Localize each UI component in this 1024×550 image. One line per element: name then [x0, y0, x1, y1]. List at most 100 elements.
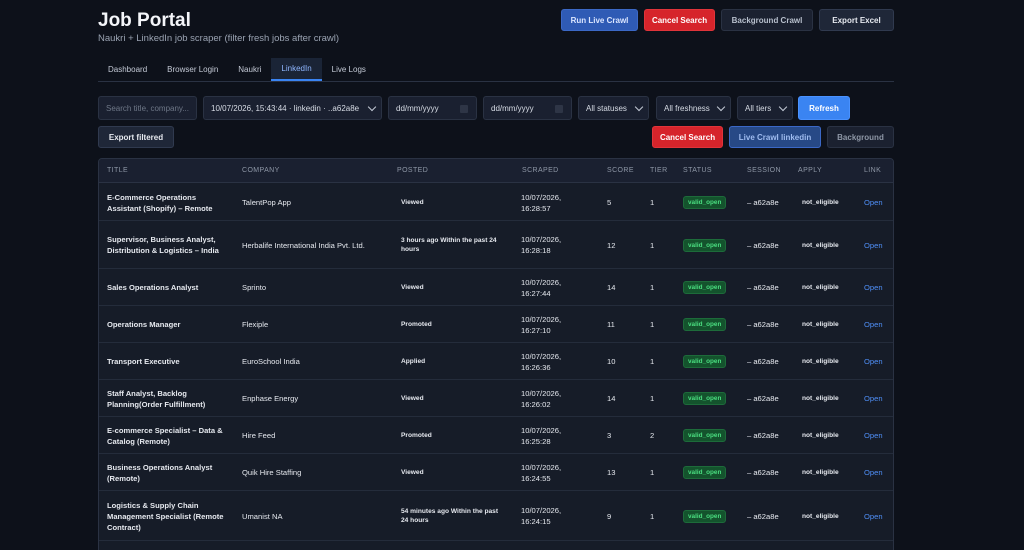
cell-tier: 1 [650, 512, 655, 521]
background-crawl-button[interactable]: Background Crawl [721, 9, 813, 31]
cell-tier: 1 [650, 241, 655, 250]
cell-title: E-commerce Specialist – Data & Catalog (… [107, 426, 223, 446]
filter-bar: Search title, company... 10/07/2026, 15:… [98, 96, 894, 120]
cancel-search-secondary-button[interactable]: Cancel Search [652, 126, 723, 148]
tab-live-logs[interactable]: Live Logs [322, 58, 376, 81]
cell-posted: Promoted [401, 432, 432, 439]
cell-title: Operations Manager [107, 320, 181, 329]
date-from-field[interactable]: dd/mm/yyyy [388, 96, 477, 120]
cell-title: Transport Executive [107, 357, 180, 366]
freshness-select[interactable]: All freshness [656, 96, 731, 120]
header-actions: Run Live Crawl Cancel Search Background … [561, 9, 894, 31]
status-badge: valid_open [683, 239, 727, 252]
cell-apply: not_eligible [802, 469, 839, 476]
run-live-crawl-button[interactable]: Run Live Crawl [561, 9, 638, 31]
open-link[interactable]: Open [864, 356, 893, 367]
cell-posted: 54 minutes ago Within the past 24 hours [401, 508, 499, 524]
action-bar: Export filtered Cancel Search Live Crawl… [98, 126, 894, 148]
cell-apply: not_eligible [802, 242, 839, 249]
cell-session: – a62a8e [747, 320, 779, 329]
cell-apply: not_eligible [802, 395, 839, 402]
cell-score: 14 [607, 394, 616, 403]
tab-browser-login[interactable]: Browser Login [157, 58, 228, 81]
cell-score: 10 [607, 357, 616, 366]
cell-session: – a62a8e [747, 431, 779, 440]
status-badge: valid_open [683, 196, 727, 209]
open-link[interactable]: Open [864, 511, 893, 522]
open-link[interactable]: Open [864, 393, 893, 404]
open-link[interactable]: Open [864, 319, 893, 330]
cell-tier: 1 [650, 198, 655, 207]
tab-linkedin[interactable]: LinkedIn [271, 58, 322, 81]
cell-company: TalentPop App [242, 198, 291, 207]
cell-apply: not_eligible [802, 358, 839, 365]
export-filtered-button[interactable]: Export filtered [98, 126, 174, 148]
cell-scraped: 10/07/2026, 16:25:28 [521, 426, 562, 446]
refresh-button[interactable]: Refresh [798, 96, 850, 120]
status-select-value: All statuses [586, 103, 627, 113]
column-header-score: SCORE [607, 167, 634, 174]
cell-scraped: 10/07/2026, 16:27:10 [521, 315, 562, 335]
cell-scraped: 10/07/2026, 16:28:18 [521, 235, 562, 255]
cell-session: – a62a8e [747, 512, 779, 521]
cell-session: – a62a8e [747, 241, 779, 250]
tier-select[interactable]: All tiers [737, 96, 793, 120]
open-link[interactable]: Open [864, 282, 893, 293]
cell-session: – a62a8e [747, 198, 779, 207]
cancel-search-button[interactable]: Cancel Search [644, 9, 715, 31]
open-link[interactable]: Open [864, 467, 893, 478]
status-badge: valid_open [683, 429, 727, 442]
search-input[interactable]: Search title, company... [98, 96, 197, 120]
jobs-table: TITLE COMPANY POSTED SCRAPED SCORE TIER … [98, 158, 894, 550]
open-link[interactable]: Open [864, 430, 893, 441]
cell-posted: Viewed [401, 469, 424, 476]
table-row: Operations Manager Flexiple Promoted 10/07/… [99, 306, 893, 343]
cell-scraped: 10/07/2026, 16:26:02 [521, 389, 562, 409]
cell-company: EuroSchool India [242, 357, 300, 366]
cell-posted: Viewed [401, 199, 424, 206]
cell-score: 9 [607, 512, 612, 521]
open-link[interactable]: Open [864, 240, 893, 251]
page-title: Job Portal [98, 10, 191, 31]
cell-title: Logistics & Supply Chain Management Spec… [107, 501, 224, 532]
cell-apply: not_eligible [802, 513, 839, 520]
cell-title: Business Operations Analyst (Remote) [107, 463, 213, 483]
date-to-field[interactable]: dd/mm/yyyy [483, 96, 572, 120]
job-portal-app: Job Portal Naukri + LinkedIn job scraper… [98, 0, 894, 550]
column-header-company: COMPANY [242, 167, 280, 174]
table-row: E-commerce Specialist – Data & Catalog (… [99, 417, 893, 454]
session-select[interactable]: 10/07/2026, 15:43:44 · linkedin · ..a62a… [203, 96, 382, 120]
live-crawl-linkedin-button[interactable]: Live Crawl linkedin [729, 126, 821, 148]
cell-score: 5 [607, 198, 612, 207]
cell-company: Hire Feed [242, 431, 276, 440]
open-link[interactable]: Open [864, 197, 893, 208]
cell-score: 3 [607, 431, 612, 440]
cell-score: 14 [607, 283, 616, 292]
cell-session: – a62a8e [747, 357, 779, 366]
column-header-title: TITLE [107, 167, 129, 174]
page-subtitle: Naukri + LinkedIn job scraper (filter fr… [98, 33, 340, 44]
column-header-apply: APPLY [798, 167, 823, 174]
cell-session: – a62a8e [747, 283, 779, 292]
background-button[interactable]: Background [827, 126, 894, 148]
cell-score: 12 [607, 241, 616, 250]
cell-company: Herbalife International India Pvt. Ltd. [242, 241, 365, 250]
cell-session: – a62a8e [747, 394, 779, 403]
status-select[interactable]: All statuses [578, 96, 649, 120]
cell-posted: Applied [401, 358, 426, 365]
cell-apply: not_eligible [802, 321, 839, 328]
column-header-session: SESSION [747, 167, 781, 174]
cell-scraped: 10/07/2026, 16:28:57 [521, 193, 562, 213]
cell-posted: Promoted [401, 321, 432, 328]
tab-dashboard[interactable]: Dashboard [98, 58, 157, 81]
tab-naukri[interactable]: Naukri [228, 58, 271, 81]
cell-tier: 1 [650, 320, 655, 329]
export-excel-button[interactable]: Export Excel [819, 9, 894, 31]
cell-tier: 1 [650, 394, 655, 403]
cell-company: Quik Hire Staffing [242, 468, 302, 477]
chevron-down-icon [634, 102, 644, 112]
status-badge: valid_open [683, 510, 727, 523]
table-header: TITLE COMPANY POSTED SCRAPED SCORE TIER … [99, 159, 893, 183]
cell-apply: not_eligible [802, 284, 839, 291]
chevron-down-icon [778, 102, 788, 112]
